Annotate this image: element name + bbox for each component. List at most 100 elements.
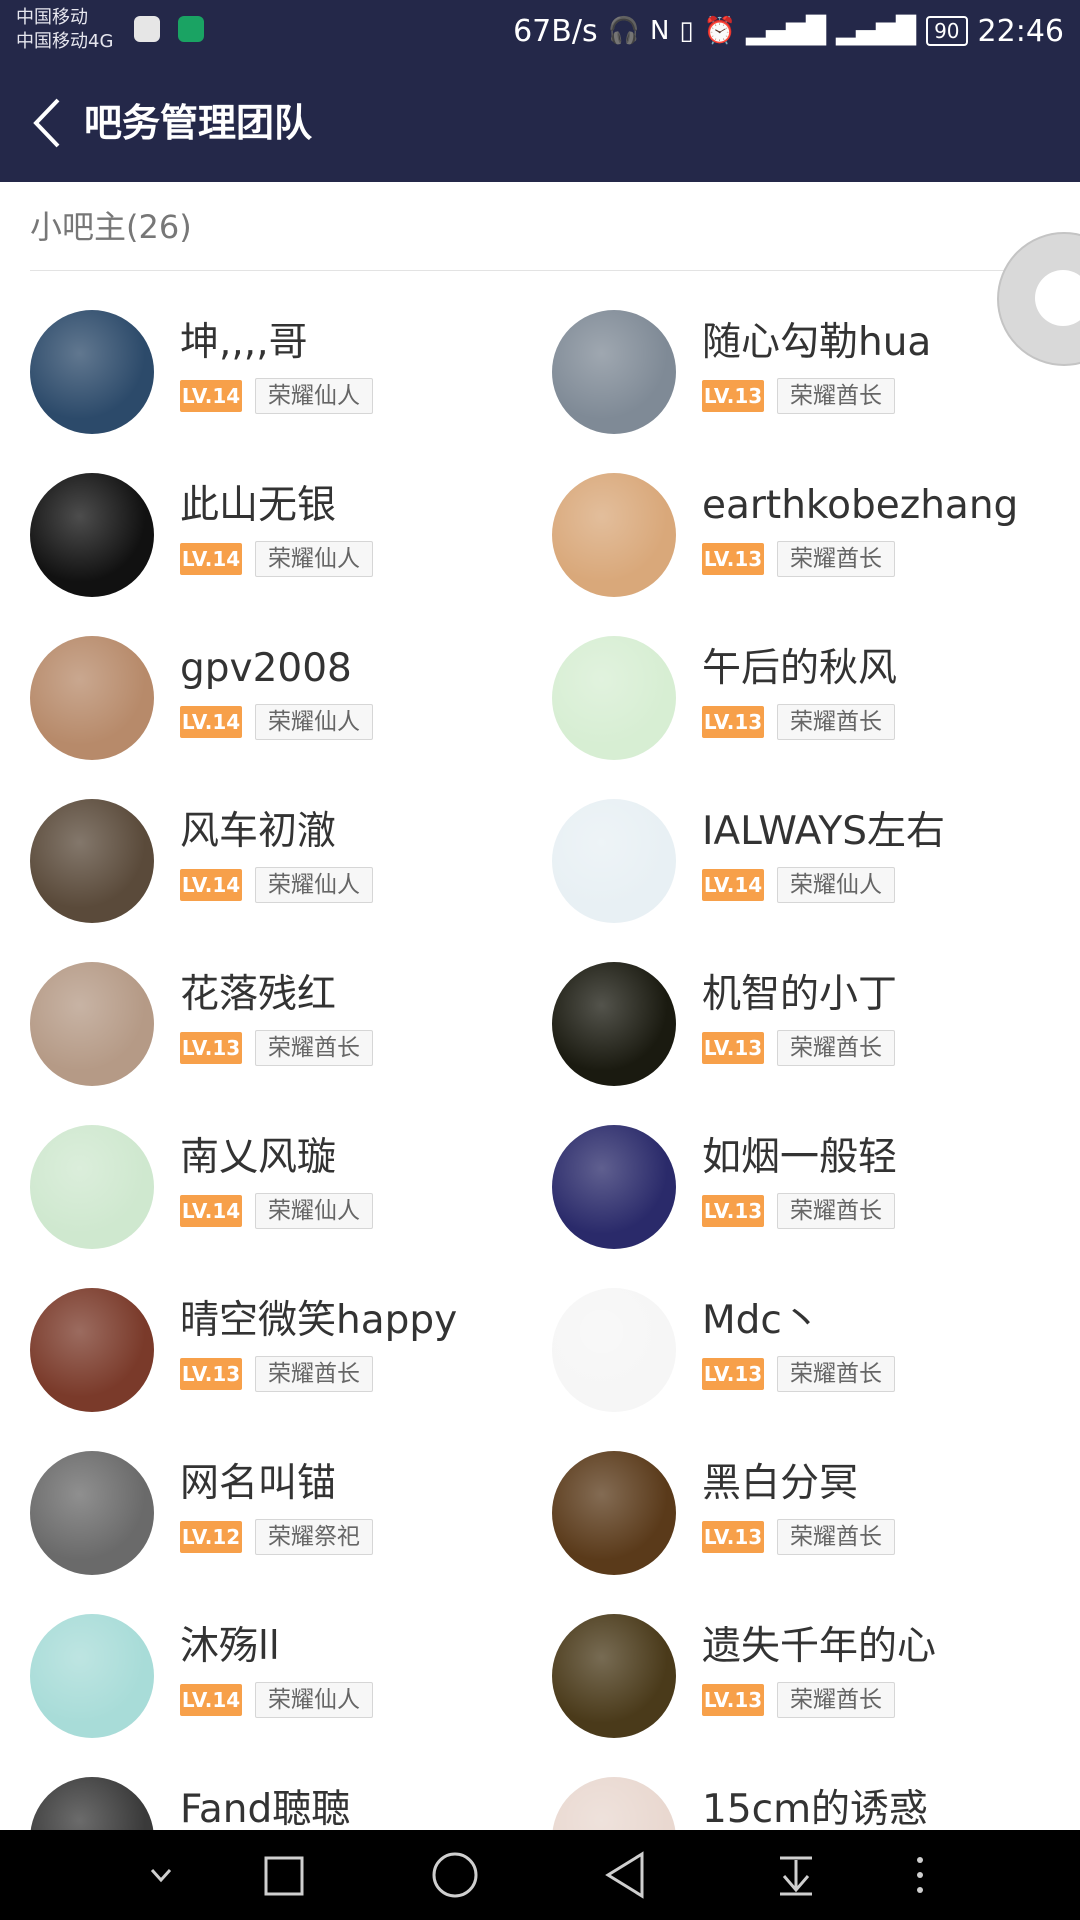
- level-badge: LV.13: [702, 1358, 764, 1390]
- level-badge: LV.13: [180, 1032, 242, 1064]
- member-item[interactable]: 花落残红 LV.13 荣耀酋长: [30, 962, 540, 1102]
- avatar[interactable]: [552, 799, 676, 923]
- member-name: 坤,,,,哥: [180, 320, 308, 365]
- avatar[interactable]: [30, 962, 154, 1086]
- member-name: 15cm的诱惑: [702, 1787, 929, 1832]
- member-name: 网名叫锚: [180, 1461, 337, 1506]
- member-item[interactable]: 晴空微笑happy LV.13 荣耀酋长: [30, 1288, 540, 1428]
- member-item[interactable]: gpv2008 LV.14 荣耀仙人: [30, 636, 540, 776]
- rank-tag: 荣耀酋长: [777, 704, 895, 740]
- member-name: Fand聴聴: [180, 1787, 351, 1832]
- member-item[interactable]: 机智的小丁 LV.13 荣耀酋长: [552, 962, 1062, 1102]
- rank-tag: 荣耀酋长: [777, 1030, 895, 1066]
- member-name: earthkobezhang: [702, 483, 1019, 528]
- avatar[interactable]: [30, 310, 154, 434]
- level-badge: LV.13: [702, 1521, 764, 1553]
- member-name: Mdc丶: [702, 1298, 821, 1343]
- member-item[interactable]: 如烟一般轻 LV.13 荣耀酋长: [552, 1125, 1062, 1265]
- square-icon[interactable]: [262, 1830, 306, 1920]
- avatar[interactable]: [552, 636, 676, 760]
- level-badge: LV.14: [702, 869, 764, 901]
- rank-tag: 荣耀酋长: [777, 1356, 895, 1392]
- rank-tag: 荣耀酋长: [255, 1030, 373, 1066]
- rank-tag: 荣耀酋长: [777, 541, 895, 577]
- level-badge: LV.13: [702, 1684, 764, 1716]
- rank-tag: 荣耀仙人: [255, 1682, 373, 1718]
- rank-tag: 荣耀祭祀: [255, 1519, 373, 1555]
- triangle-back-icon[interactable]: [602, 1830, 648, 1920]
- level-badge: LV.14: [180, 706, 242, 738]
- member-item[interactable]: 网名叫锚 LV.12 荣耀祭祀: [30, 1451, 540, 1591]
- level-badge: LV.13: [702, 543, 764, 575]
- floating-button-center: [1035, 270, 1080, 326]
- system-nav-bar: [0, 1830, 1080, 1920]
- chevron-down-icon[interactable]: [140, 1830, 182, 1920]
- avatar[interactable]: [552, 1288, 676, 1412]
- avatar[interactable]: [30, 636, 154, 760]
- member-item[interactable]: 风车初澈 LV.14 荣耀仙人: [30, 799, 540, 939]
- member-name: 黑白分冥: [702, 1461, 859, 1506]
- level-badge: LV.14: [180, 380, 242, 412]
- level-badge: LV.13: [702, 380, 764, 412]
- member-name: 南乂风璇: [180, 1135, 337, 1180]
- avatar[interactable]: [30, 799, 154, 923]
- member-item[interactable]: 南乂风璇 LV.14 荣耀仙人: [30, 1125, 540, 1265]
- member-item[interactable]: IALWAYS左右 LV.14 荣耀仙人: [552, 799, 1062, 939]
- rank-tag: 荣耀仙人: [255, 1193, 373, 1229]
- avatar[interactable]: [552, 1451, 676, 1575]
- member-item[interactable]: 沐殇ll LV.14 荣耀仙人: [30, 1614, 540, 1754]
- member-name: 遗失千年的心: [702, 1624, 937, 1669]
- member-item[interactable]: 此山无银 LV.14 荣耀仙人: [30, 473, 540, 613]
- member-name: 午后的秋风: [702, 646, 898, 691]
- rank-tag: 荣耀仙人: [255, 867, 373, 903]
- rank-tag: 荣耀酋长: [777, 1682, 895, 1718]
- level-badge: LV.13: [702, 706, 764, 738]
- rank-tag: 荣耀酋长: [777, 1519, 895, 1555]
- member-item[interactable]: Mdc丶 LV.13 荣耀酋长: [552, 1288, 1062, 1428]
- rank-tag: 荣耀仙人: [255, 541, 373, 577]
- member-item[interactable]: 随心勾勒hua LV.13 荣耀酋长: [552, 310, 1062, 450]
- rank-tag: 荣耀仙人: [255, 378, 373, 414]
- member-name: 晴空微笑happy: [180, 1298, 458, 1343]
- avatar[interactable]: [30, 1125, 154, 1249]
- member-name: IALWAYS左右: [702, 809, 945, 854]
- level-badge: LV.14: [180, 1684, 242, 1716]
- level-badge: LV.13: [702, 1195, 764, 1227]
- rank-tag: 荣耀酋长: [777, 378, 895, 414]
- level-badge: LV.14: [180, 1195, 242, 1227]
- avatar[interactable]: [30, 1451, 154, 1575]
- avatar[interactable]: [30, 1288, 154, 1412]
- member-item[interactable]: 黑白分冥 LV.13 荣耀酋长: [552, 1451, 1062, 1591]
- level-badge: LV.13: [180, 1358, 242, 1390]
- avatar[interactable]: [30, 473, 154, 597]
- avatar[interactable]: [552, 962, 676, 1086]
- member-name: 花落残红: [180, 972, 337, 1017]
- avatar[interactable]: [552, 1614, 676, 1738]
- avatar[interactable]: [552, 1125, 676, 1249]
- avatar[interactable]: [30, 1614, 154, 1738]
- rank-tag: 荣耀酋长: [777, 1193, 895, 1229]
- member-name: 风车初澈: [180, 809, 337, 854]
- member-item[interactable]: 坤,,,,哥 LV.14 荣耀仙人: [30, 310, 540, 450]
- more-dots-icon[interactable]: [910, 1830, 930, 1920]
- download-icon[interactable]: [776, 1830, 816, 1920]
- member-item[interactable]: earthkobezhang LV.13 荣耀酋长: [552, 473, 1062, 613]
- member-name: 机智的小丁: [702, 972, 898, 1017]
- level-badge: LV.13: [702, 1032, 764, 1064]
- level-badge: LV.12: [180, 1521, 242, 1553]
- member-name: 此山无银: [180, 483, 337, 528]
- level-badge: LV.14: [180, 869, 242, 901]
- member-item[interactable]: 遗失千年的心 LV.13 荣耀酋长: [552, 1614, 1062, 1754]
- member-grid: 坤,,,,哥 LV.14 荣耀仙人 随心勾勒hua LV.13 荣耀酋长 此山无银 LV.14…: [0, 0, 1080, 1920]
- rank-tag: 荣耀仙人: [777, 867, 895, 903]
- rank-tag: 荣耀仙人: [255, 704, 373, 740]
- circle-icon[interactable]: [430, 1830, 480, 1920]
- member-name: 随心勾勒hua: [702, 320, 932, 365]
- avatar[interactable]: [552, 310, 676, 434]
- member-item[interactable]: 午后的秋风 LV.13 荣耀酋长: [552, 636, 1062, 776]
- member-name: 如烟一般轻: [702, 1135, 898, 1180]
- avatar[interactable]: [552, 473, 676, 597]
- rank-tag: 荣耀酋长: [255, 1356, 373, 1392]
- member-name: gpv2008: [180, 646, 352, 691]
- member-name: 沐殇ll: [180, 1624, 280, 1669]
